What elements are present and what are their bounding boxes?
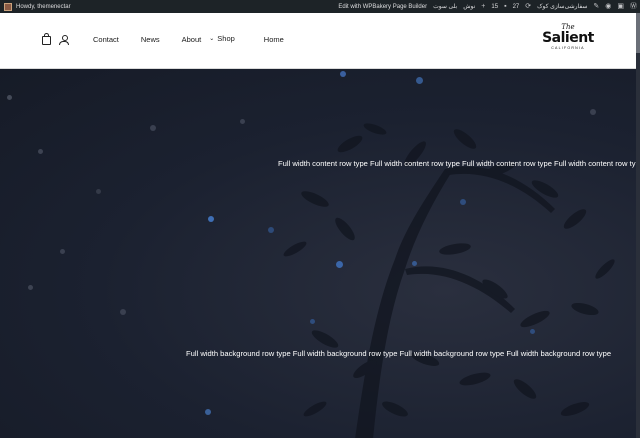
content-row-text: Full width content row type Full width c… bbox=[278, 159, 636, 168]
bokeh-light bbox=[412, 261, 417, 266]
plus-icon[interactable]: + bbox=[481, 3, 485, 11]
bokeh-light bbox=[460, 199, 466, 205]
customize-link[interactable]: سفارشی‌سازی کوک bbox=[537, 3, 587, 10]
bokeh-light bbox=[310, 319, 315, 324]
bokeh-light bbox=[530, 329, 535, 334]
updates-icon[interactable]: ⟳ bbox=[525, 3, 531, 11]
avatar[interactable] bbox=[4, 2, 12, 11]
bokeh-light bbox=[150, 125, 156, 131]
site-icon[interactable]: ▣ bbox=[617, 3, 624, 11]
main-nav: Contact News About ⌄ Shop Home bbox=[93, 34, 284, 45]
bokeh-light bbox=[38, 149, 43, 154]
bokeh-light bbox=[208, 216, 214, 222]
bokeh-light bbox=[416, 77, 423, 84]
admin-bar-item[interactable]: بلی سوت bbox=[433, 3, 457, 10]
bokeh-light bbox=[96, 189, 101, 194]
bokeh-light bbox=[60, 249, 65, 254]
nav-shop[interactable]: ⌄ Shop bbox=[209, 34, 235, 43]
edit-with-wpbakery-link[interactable]: Edit with WPBakery Page Builder bbox=[338, 4, 427, 10]
site-header: Contact News About ⌄ Shop Home The Salien… bbox=[0, 13, 636, 69]
page-scrollbar[interactable] bbox=[636, 13, 640, 438]
bokeh-light bbox=[340, 71, 346, 77]
comment-icon[interactable]: ▪ bbox=[504, 3, 506, 11]
bokeh-light bbox=[7, 95, 12, 100]
updates-count[interactable]: 27 bbox=[513, 4, 520, 10]
bokeh-light bbox=[205, 409, 211, 415]
bokeh-light bbox=[336, 261, 343, 268]
user-account-icon[interactable] bbox=[59, 35, 69, 45]
bokeh-light bbox=[28, 285, 33, 290]
shopping-bag-icon[interactable] bbox=[42, 32, 51, 45]
brush-icon[interactable]: ✎ bbox=[593, 3, 599, 11]
new-content-link[interactable]: نوش bbox=[463, 3, 475, 10]
logo-main: Salient bbox=[542, 30, 594, 46]
scrollbar-thumb[interactable] bbox=[636, 13, 640, 53]
hero-section: Full width content row type Full width c… bbox=[0, 69, 636, 438]
bokeh-light bbox=[120, 309, 126, 315]
chevron-down-icon: ⌄ bbox=[209, 35, 215, 42]
bokeh-light bbox=[590, 109, 596, 115]
wordpress-logo-icon[interactable]: Ⓦ bbox=[630, 3, 637, 11]
site-logo[interactable]: The Salient CALIFORNIA bbox=[540, 23, 596, 51]
nav-about[interactable]: About bbox=[182, 35, 202, 44]
background-row-text: Full width background row type Full widt… bbox=[186, 349, 612, 358]
nav-home[interactable]: Home bbox=[264, 35, 284, 44]
nav-contact[interactable]: Contact bbox=[93, 35, 119, 44]
nav-shop-label: Shop bbox=[217, 33, 235, 43]
nav-news[interactable]: News bbox=[141, 35, 160, 44]
admin-bar: Howdy, themenectar Edit with WPBakery Pa… bbox=[0, 0, 640, 13]
theme-icon[interactable]: ◉ bbox=[605, 3, 611, 11]
comments-count[interactable]: 15 bbox=[491, 4, 498, 10]
howdy-link[interactable]: Howdy, themenectar bbox=[16, 4, 71, 10]
bokeh-light bbox=[268, 227, 274, 233]
bokeh-light bbox=[240, 119, 245, 124]
